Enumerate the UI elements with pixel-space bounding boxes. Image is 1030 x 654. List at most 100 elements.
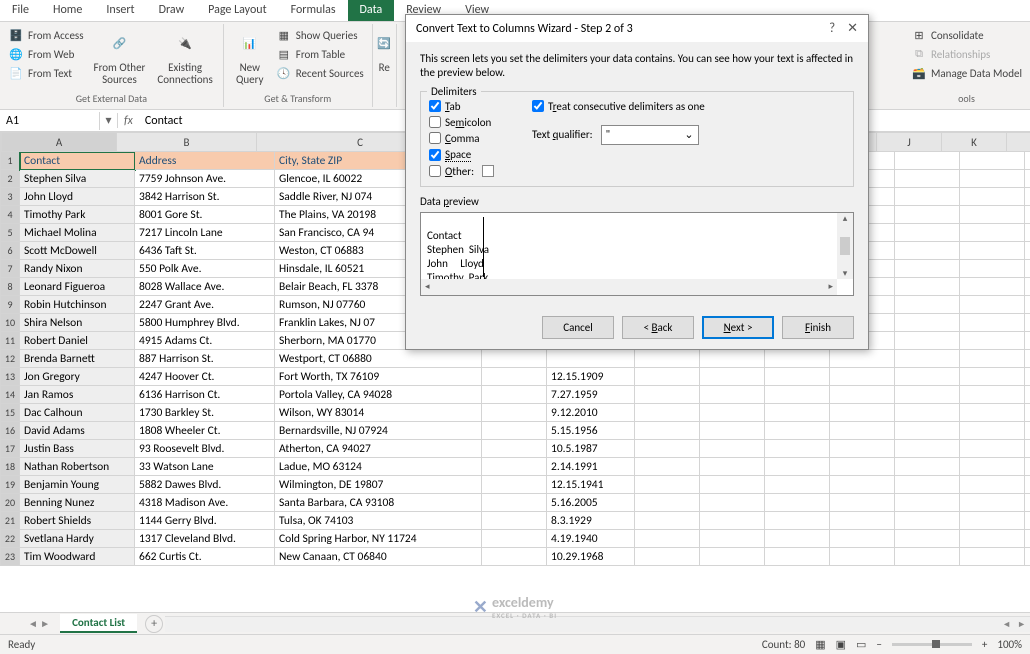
cell-7-B[interactable]: 550 Polk Ave. — [135, 260, 275, 278]
cell-22-J[interactable] — [895, 530, 960, 548]
preview-hscroll[interactable]: ◂▸ — [421, 279, 837, 295]
cell-21-A[interactable]: Robert Shields — [20, 512, 135, 530]
cell-12-K[interactable] — [960, 350, 1025, 368]
cell-17-A[interactable]: Justin Bass — [20, 440, 135, 458]
cell-16-C[interactable]: Bernardsville, NJ 07924 — [275, 422, 482, 440]
cell-21-L[interactable] — [1025, 512, 1030, 530]
cell-21-B[interactable]: 1144 Gerry Blvd. — [135, 512, 275, 530]
col-header-J[interactable]: J — [877, 132, 942, 152]
name-box-dropdown[interactable]: ▾ — [100, 113, 118, 128]
view-layout-icon[interactable]: ▣ — [836, 638, 846, 651]
dialog-close-button[interactable]: ✕ — [847, 21, 858, 36]
cell-13-J[interactable] — [895, 368, 960, 386]
cell-16-L[interactable] — [1025, 422, 1030, 440]
cell-18-D[interactable] — [482, 458, 547, 476]
row-header-19[interactable]: 19 — [0, 476, 20, 494]
cell-7-L[interactable] — [1025, 260, 1030, 278]
cell-23-I[interactable] — [830, 548, 895, 566]
cell-21-E[interactable]: 8.3.1929 — [547, 512, 635, 530]
cell-15-K[interactable] — [960, 404, 1025, 422]
cell-21-F[interactable] — [635, 512, 700, 530]
cell-3-L[interactable] — [1025, 188, 1030, 206]
cell-13-I[interactable] — [830, 368, 895, 386]
cell-23-J[interactable] — [895, 548, 960, 566]
cell-22-C[interactable]: Cold Spring Harbor, NY 11724 — [275, 530, 482, 548]
cell-4-L[interactable] — [1025, 206, 1030, 224]
cell-18-C[interactable]: Ladue, MO 63124 — [275, 458, 482, 476]
cell-19-B[interactable]: 5882 Dawes Blvd. — [135, 476, 275, 494]
from-text-button[interactable]: 📄From Text — [6, 64, 86, 82]
cell-20-L[interactable] — [1025, 494, 1030, 512]
row-header-11[interactable]: 11 — [0, 332, 20, 350]
view-break-icon[interactable]: ▭ — [856, 638, 866, 651]
cell-23-E[interactable]: 10.29.1968 — [547, 548, 635, 566]
cell-1-B[interactable]: Address — [135, 152, 275, 170]
cell-8-B[interactable]: 8028 Wallace Ave. — [135, 278, 275, 296]
cell-1-J[interactable] — [895, 152, 960, 170]
cell-3-K[interactable] — [960, 188, 1025, 206]
consolidate-button[interactable]: ⊞Consolidate — [909, 26, 1024, 44]
cell-21-J[interactable] — [895, 512, 960, 530]
cell-20-F[interactable] — [635, 494, 700, 512]
tab-checkbox[interactable]: Tab — [429, 100, 524, 113]
dialog-titlebar[interactable]: Convert Text to Columns Wizard - Step 2 … — [406, 15, 868, 42]
cell-16-B[interactable]: 1808 Wheeler Ct. — [135, 422, 275, 440]
cell-14-B[interactable]: 6136 Harrison Ct. — [135, 386, 275, 404]
cell-11-A[interactable]: Robert Daniel — [20, 332, 135, 350]
fx-label[interactable]: fx — [118, 114, 139, 128]
cell-10-A[interactable]: Shira Nelson — [20, 314, 135, 332]
cell-19-L[interactable] — [1025, 476, 1030, 494]
cell-17-H[interactable] — [765, 440, 830, 458]
cell-14-J[interactable] — [895, 386, 960, 404]
cell-18-B[interactable]: 33 Watson Lane — [135, 458, 275, 476]
cell-23-K[interactable] — [960, 548, 1025, 566]
zoom-in-button[interactable]: + — [982, 638, 987, 651]
cell-22-L[interactable] — [1025, 530, 1030, 548]
from-table-button[interactable]: ▤From Table — [274, 45, 366, 63]
ribbon-tab-data[interactable]: Data — [348, 0, 395, 21]
cancel-button[interactable]: Cancel — [542, 316, 614, 339]
cell-3-A[interactable]: John Lloyd — [20, 188, 135, 206]
finish-button[interactable]: Finish — [782, 316, 854, 339]
cell-3-J[interactable] — [895, 188, 960, 206]
cell-14-G[interactable] — [700, 386, 765, 404]
row-header-20[interactable]: 20 — [0, 494, 20, 512]
cell-23-C[interactable]: New Canaan, CT 06840 — [275, 548, 482, 566]
cell-19-A[interactable]: Benjamin Young — [20, 476, 135, 494]
cell-9-L[interactable] — [1025, 296, 1030, 314]
cell-1-A[interactable]: Contact — [20, 152, 135, 170]
cell-10-B[interactable]: 5800 Humphrey Blvd. — [135, 314, 275, 332]
cell-19-C[interactable]: Wilmington, DE 19807 — [275, 476, 482, 494]
cell-6-A[interactable]: Scott McDowell — [20, 242, 135, 260]
cell-20-G[interactable] — [700, 494, 765, 512]
cell-12-E[interactable] — [547, 350, 635, 368]
cell-1-L[interactable] — [1025, 152, 1030, 170]
cell-11-J[interactable] — [895, 332, 960, 350]
row-header-8[interactable]: 8 — [0, 278, 20, 296]
cell-15-E[interactable]: 9.12.2010 — [547, 404, 635, 422]
cell-15-A[interactable]: Dac Calhoun — [20, 404, 135, 422]
ribbon-tab-page-layout[interactable]: Page Layout — [196, 0, 278, 21]
cell-5-B[interactable]: 7217 Lincoln Lane — [135, 224, 275, 242]
cell-23-D[interactable] — [482, 548, 547, 566]
cell-9-B[interactable]: 2247 Grant Ave. — [135, 296, 275, 314]
cell-18-E[interactable]: 2.14.1991 — [547, 458, 635, 476]
cell-22-H[interactable] — [765, 530, 830, 548]
row-header-13[interactable]: 13 — [0, 368, 20, 386]
new-query-button[interactable]: 📊New Query — [230, 26, 270, 88]
cell-18-F[interactable] — [635, 458, 700, 476]
other-checkbox[interactable]: Other: — [429, 165, 524, 178]
cell-10-L[interactable] — [1025, 314, 1030, 332]
cell-16-K[interactable] — [960, 422, 1025, 440]
cell-12-B[interactable]: 887 Harrison St. — [135, 350, 275, 368]
cell-16-J[interactable] — [895, 422, 960, 440]
ribbon-tab-insert[interactable]: Insert — [94, 0, 146, 21]
cell-17-C[interactable]: Atherton, CA 94027 — [275, 440, 482, 458]
cell-20-H[interactable] — [765, 494, 830, 512]
ribbon-tab-file[interactable]: File — [0, 0, 41, 21]
next-button[interactable]: Next > — [702, 316, 774, 339]
cell-16-I[interactable] — [830, 422, 895, 440]
cell-8-K[interactable] — [960, 278, 1025, 296]
cell-14-F[interactable] — [635, 386, 700, 404]
cell-22-F[interactable] — [635, 530, 700, 548]
